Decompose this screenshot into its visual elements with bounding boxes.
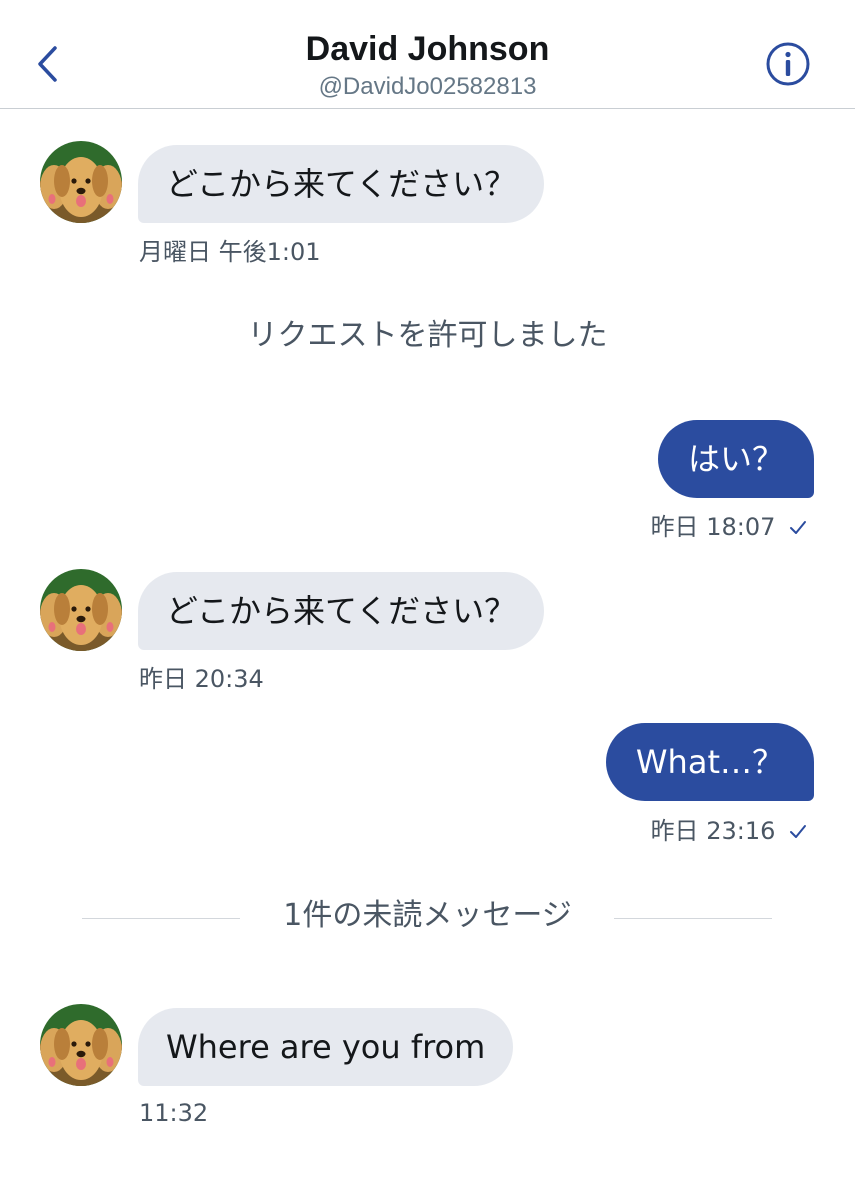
checkmark-icon — [790, 825, 806, 838]
conversation-header: David Johnson @DavidJo02582813 — [0, 0, 855, 109]
avatar[interactable] — [40, 1004, 122, 1086]
info-circle-icon — [766, 42, 810, 86]
info-button[interactable] — [764, 40, 812, 88]
checkmark-icon — [790, 521, 806, 534]
divider-line-right — [614, 918, 772, 919]
message-timestamp: 昨日 18:07 — [651, 512, 807, 542]
message-timestamp: 昨日 23:16 — [651, 816, 807, 846]
message-bubble-outgoing[interactable]: はい？ — [657, 420, 814, 498]
contact-name: David Johnson — [305, 30, 550, 68]
message-timestamp: 昨日 20:34 — [139, 665, 264, 693]
timestamp-text: 昨日 23:16 — [650, 817, 776, 845]
contact-handle: @DavidJo02582813 — [318, 73, 537, 100]
message-bubble-incoming[interactable]: どこから来てください？ — [138, 572, 545, 650]
avatar[interactable] — [40, 141, 122, 223]
message-bubble-incoming[interactable]: どこから来てください？ — [138, 145, 545, 223]
unread-divider-label: 1件の未読メッセージ — [283, 898, 572, 933]
system-message: リクエストを許可しました — [247, 318, 608, 353]
avatar[interactable] — [40, 569, 122, 651]
message-bubble-outgoing[interactable]: What…？ — [605, 723, 814, 801]
message-timestamp: 月曜日 午後1:01 — [139, 238, 321, 266]
message-bubble-incoming[interactable]: Where are you from — [138, 1008, 514, 1086]
message-timestamp: 11:32 — [139, 1099, 209, 1127]
timestamp-text: 昨日 18:07 — [650, 513, 776, 541]
